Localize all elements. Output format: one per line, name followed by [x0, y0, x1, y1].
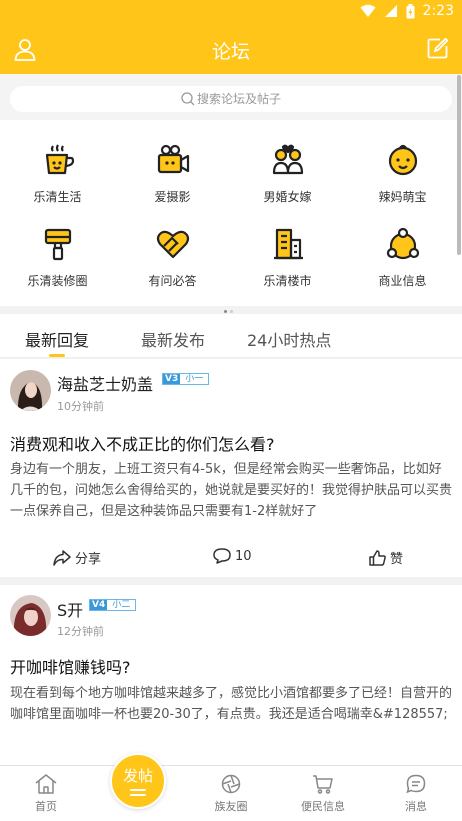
avatar[interactable]	[10, 595, 51, 636]
badge-label: 小二	[112, 600, 131, 610]
heart-handshake-icon	[156, 230, 189, 259]
nav-clan-circle[interactable]: 族友圈	[191, 774, 271, 814]
couple-icon	[272, 144, 303, 175]
post-title[interactable]: 开咖啡馆赚钱吗?	[10, 654, 131, 678]
category-item-marriage[interactable]: 男婚女嫁	[230, 142, 345, 205]
share-icon	[53, 549, 71, 566]
category-label: 乐清装修圈	[27, 274, 88, 288]
post-card[interactable]: 海盐芝士奶盖 V3 小一 10分钟前 消费观和收入不成正比的你们怎么看? 身边有一…	[0, 359, 462, 577]
search-bar-area: 搜索论坛及帖子	[0, 74, 462, 120]
feed-tabs: 最新回复 最新发布 24小时热点	[0, 314, 462, 358]
nav-label: 族友圈	[214, 800, 248, 813]
nav-label: 首页	[35, 800, 57, 813]
new-post-button[interactable]: 发帖	[110, 753, 166, 809]
coffee-cup-icon	[45, 144, 74, 175]
bottom-nav: 首页 族友圈 便民信息 消息	[0, 765, 462, 821]
badge-level: V3	[163, 374, 181, 384]
share-label: 分享	[75, 552, 102, 567]
badge-level: V4	[90, 600, 108, 610]
business-network-icon	[386, 227, 419, 260]
post-time: 10分钟前	[57, 400, 104, 413]
category-label: 爱摄影	[154, 190, 191, 204]
category-item-life[interactable]: 乐清生活	[0, 142, 115, 205]
category-item-baby[interactable]: 辣妈萌宝	[345, 142, 460, 205]
search-placeholder: 搜索论坛及帖子	[196, 92, 281, 106]
nav-label: 便民信息	[301, 800, 345, 813]
post-time: 12分钟前	[57, 625, 104, 638]
message-icon	[406, 774, 426, 794]
category-item-photo[interactable]: 爱摄影	[115, 142, 230, 205]
category-grid: 乐清生活 爱摄影 男婚女嫁 辣妈萌宝 乐清装修圈 有问必答 乐清楼市 商业信息	[0, 120, 462, 313]
post-actions: 分享 10 赞	[0, 542, 462, 572]
cart-icon	[313, 775, 333, 794]
level-badge: V3 小一	[162, 373, 210, 385]
comment-icon	[213, 548, 231, 564]
category-item-decoration[interactable]: 乐清装修圈	[0, 226, 115, 289]
new-post-label: 发帖	[122, 767, 153, 785]
comment-count: 10	[235, 548, 252, 564]
scrollbar[interactable]	[457, 75, 461, 255]
level-badge: V4 小二	[89, 599, 137, 611]
category-label: 乐清楼市	[263, 274, 312, 288]
category-item-business[interactable]: 商业信息	[345, 226, 460, 289]
nav-home[interactable]: 首页	[6, 774, 86, 814]
post-title[interactable]: 消费观和收入不成正比的你们怎么看?	[10, 431, 275, 455]
category-label: 有问必答	[148, 274, 197, 288]
like-label: 赞	[390, 552, 404, 567]
post-body[interactable]: 现在看到每个地方咖啡馆越来越多了，感觉比小酒馆都要多了已经！自营开的咖啡馆里面咖…	[10, 683, 454, 746]
nav-messages[interactable]: 消息	[376, 774, 456, 814]
signal-icon	[384, 5, 397, 17]
post-body[interactable]: 身边有一个朋友，上班工资只有4-5k，但是经常会购买一些奢饰品，比如好几千的包，…	[10, 459, 454, 522]
video-camera-icon	[157, 144, 189, 174]
status-time: 2:23	[422, 3, 454, 19]
category-label: 男婚女嫁	[263, 190, 312, 204]
nav-label: 消息	[405, 800, 427, 813]
category-item-realestate[interactable]: 乐清楼市	[230, 226, 345, 289]
tab-latest-post[interactable]: 最新发布	[141, 327, 205, 351]
like-button[interactable]: 赞	[369, 548, 403, 567]
baby-icon	[388, 144, 417, 176]
comment-button[interactable]: 10	[213, 548, 252, 564]
aperture-icon	[221, 774, 241, 794]
post-author[interactable]: S开	[57, 597, 83, 621]
building-icon	[273, 228, 303, 260]
tab-24h-hot[interactable]: 24小时热点	[247, 327, 331, 351]
battery-icon	[406, 3, 415, 18]
post-card[interactable]: S开 V4 小二 12分钟前 开咖啡馆赚钱吗? 现在看到每个地方咖啡馆越来越多了，…	[0, 585, 462, 765]
badge-label: 小一	[185, 374, 204, 384]
search-input[interactable]: 搜索论坛及帖子	[10, 86, 452, 112]
active-tab-indicator	[49, 354, 65, 357]
post-author[interactable]: 海盐芝士奶盖	[57, 371, 153, 395]
wifi-icon	[360, 4, 376, 17]
home-icon	[35, 774, 57, 794]
page-title: 论坛	[211, 41, 250, 63]
app-header: 论坛	[0, 24, 462, 74]
status-bar: 2:23	[0, 0, 462, 24]
share-button[interactable]: 分享	[53, 548, 101, 567]
nav-convenience[interactable]: 便民信息	[283, 774, 363, 814]
search-icon	[181, 92, 195, 106]
category-label: 商业信息	[378, 274, 427, 288]
post-icon	[130, 789, 146, 796]
tab-latest-reply[interactable]: 最新回复	[25, 327, 89, 351]
category-label: 乐清生活	[33, 190, 82, 204]
paint-brush-icon	[44, 228, 71, 261]
category-item-qa[interactable]: 有问必答	[115, 226, 230, 289]
thumbs-up-icon	[369, 549, 386, 566]
edit-icon[interactable]	[427, 37, 449, 63]
avatar[interactable]	[10, 370, 51, 411]
category-label: 辣妈萌宝	[378, 190, 427, 204]
